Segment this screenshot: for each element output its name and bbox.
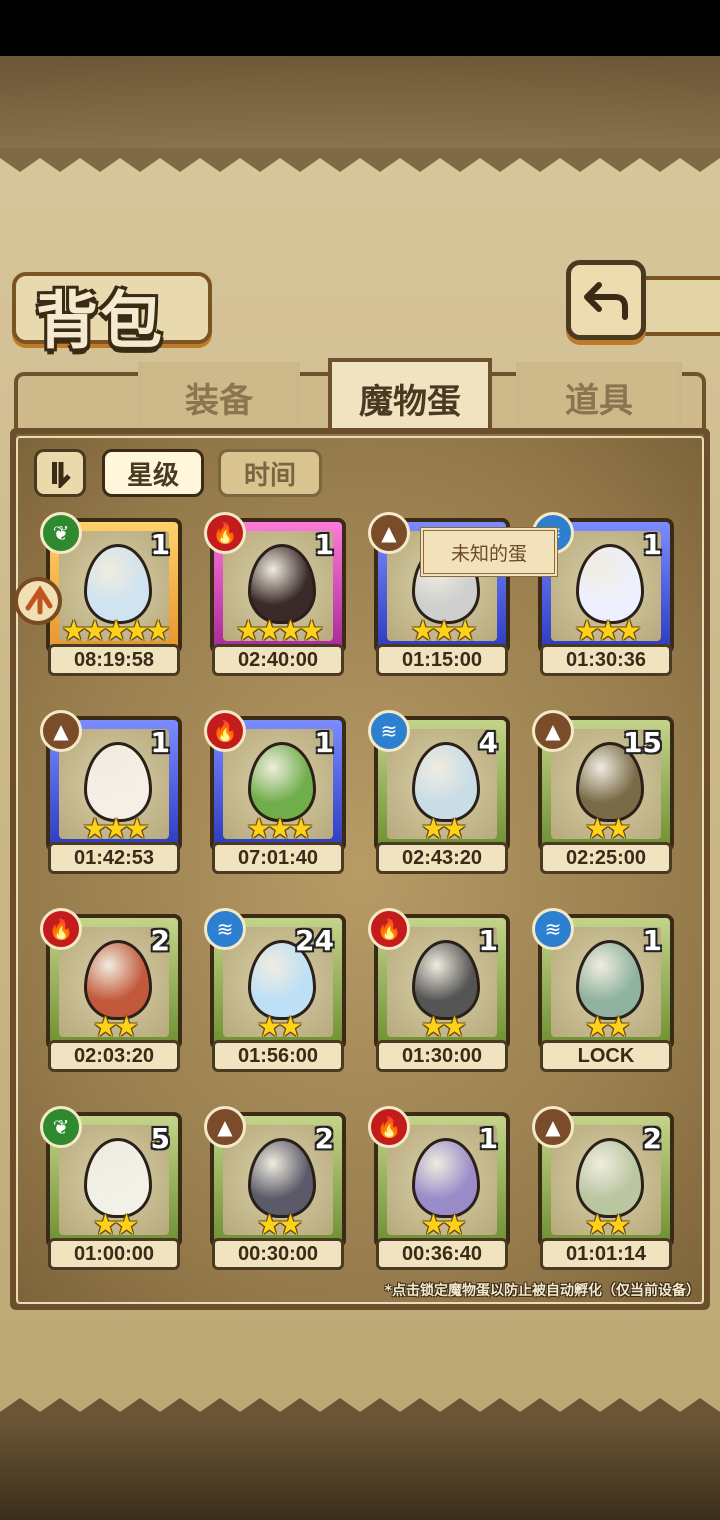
egg-count: 1 — [314, 726, 334, 759]
earth-element-icon: ▲ — [368, 512, 410, 554]
hatch-timer: 02:03:20 — [48, 1040, 180, 1072]
star-rating: ★★ — [584, 812, 631, 845]
page-title: 背包 — [36, 284, 165, 357]
egg-count: 1 — [478, 1122, 498, 1155]
egg-card[interactable]: 1 🔥 ★★★ 07:01:40 — [204, 710, 346, 874]
egg-card[interactable]: 1 🔥 ★★ 00:36:40 — [368, 1106, 510, 1270]
egg-count: 1 — [642, 528, 662, 561]
star-rating: ★★ — [420, 1208, 467, 1241]
status-bar — [0, 0, 720, 56]
footer-note: *点击锁定魔物蛋以防止被自动孵化（仅当前设备） — [384, 1283, 700, 1299]
pause-sort-icon — [52, 462, 71, 488]
lock-label: LOCK — [540, 1040, 672, 1072]
back-arrow-icon — [584, 282, 628, 320]
egg-count: 1 — [314, 528, 334, 561]
egg-tooltip: 未知的蛋 — [420, 527, 558, 577]
earth-element-icon: ▲ — [532, 1106, 574, 1148]
egg-card[interactable]: 2 ▲ ★★ 00:30:00 — [204, 1106, 346, 1270]
water-element-icon: ≋ — [368, 710, 410, 752]
star-rating: ★★ — [584, 1010, 631, 1043]
earth-element-icon: ▲ — [532, 710, 574, 752]
egg-count: 15 — [623, 726, 662, 759]
egg-card[interactable]: 1 🔥 ★★★★ 02:40:00 — [204, 512, 346, 676]
egg-count: 2 — [314, 1122, 334, 1155]
egg-card[interactable]: 1 ≋ ★★ LOCK — [532, 908, 674, 1072]
tab-monster-eggs[interactable]: 魔物蛋 — [328, 358, 492, 434]
star-rating: ★★ — [256, 1208, 303, 1241]
star-rating: ★★ — [92, 1208, 139, 1241]
hatch-timer: 01:30:00 — [376, 1040, 508, 1072]
egg-card[interactable]: 5 ❦ ★★ 01:00:00 — [40, 1106, 182, 1270]
tab-items[interactable]: 道具 — [516, 362, 682, 432]
egg-count: 2 — [150, 924, 170, 957]
hatch-timer: 01:56:00 — [212, 1040, 344, 1072]
fire-element-icon: 🔥 — [40, 908, 82, 950]
sort-by-star-button[interactable]: 星级 — [102, 449, 204, 497]
hatch-timer: 02:43:20 — [376, 842, 508, 874]
egg-card[interactable]: 2 🔥 ★★ 02:03:20 — [40, 908, 182, 1072]
bottom-band — [0, 1420, 720, 1520]
grass-element-icon: ❦ — [40, 1106, 82, 1148]
hatch-timer: 01:30:36 — [540, 644, 672, 676]
egg-count: 24 — [295, 924, 334, 957]
hatch-timer: 01:00:00 — [48, 1238, 180, 1270]
back-button[interactable] — [566, 260, 646, 340]
star-rating: ★★ — [584, 1208, 631, 1241]
back-button-tab — [640, 276, 720, 336]
hatch-timer: 02:40:00 — [212, 644, 344, 676]
sort-by-time-button[interactable]: 时间 — [218, 449, 322, 497]
top-band — [0, 56, 720, 156]
hatch-timer: 07:01:40 — [212, 842, 344, 874]
tab-monster-eggs-label: 魔物蛋 — [359, 381, 461, 422]
zigzag-edge-bottom — [0, 1398, 720, 1422]
fire-element-icon: 🔥 — [204, 512, 246, 554]
egg-count: 1 — [150, 726, 170, 759]
hatch-timer: 00:36:40 — [376, 1238, 508, 1270]
zigzag-edge-top — [0, 148, 720, 172]
fire-element-icon: 🔥 — [368, 1106, 410, 1148]
earth-element-icon: ▲ — [204, 1106, 246, 1148]
hatch-timer: 01:15:00 — [376, 644, 508, 676]
egg-card[interactable]: 1 ▲ ★★★ 01:42:53 — [40, 710, 182, 874]
egg-count: 1 — [642, 924, 662, 957]
star-rating: ★★★ — [574, 614, 641, 647]
earth-element-icon: ▲ — [40, 710, 82, 752]
star-rating: ★★ — [92, 1010, 139, 1043]
grass-element-icon: ❦ — [40, 512, 82, 554]
egg-card[interactable]: 2 ▲ ★★ 01:01:14 — [532, 1106, 674, 1270]
egg-card[interactable]: 1≋★★★01:30:36 — [532, 512, 674, 676]
fire-element-icon: 🔥 — [368, 908, 410, 950]
star-rating: ★★ — [420, 1010, 467, 1043]
star-rating: ★★★ — [82, 812, 149, 845]
star-rating: ★★★ — [410, 614, 477, 647]
hatch-timer: 00:30:00 — [212, 1238, 344, 1270]
hatch-timer: 08:19:58 — [48, 644, 180, 676]
star-rating: ★★ — [256, 1010, 303, 1043]
egg-count: 5 — [150, 1122, 170, 1155]
sort-order-button[interactable] — [34, 449, 86, 497]
water-element-icon: ≋ — [204, 908, 246, 950]
star-rating: ★★★ — [246, 812, 313, 845]
egg-count: 4 — [478, 726, 498, 759]
star-rating: ★★★★ — [235, 614, 324, 647]
water-element-icon: ≋ — [532, 908, 574, 950]
hatch-timer: 01:42:53 — [48, 842, 180, 874]
tab-equipment[interactable]: 装备 — [138, 362, 300, 432]
hatch-timer: 01:01:14 — [540, 1238, 672, 1270]
egg-card[interactable]: 4 ≋ ★★ 02:43:20 — [368, 710, 510, 874]
egg-card[interactable]: 15 ▲ ★★ 02:25:00 — [532, 710, 674, 874]
star-rating: ★★ — [420, 812, 467, 845]
fire-element-icon: 🔥 — [204, 710, 246, 752]
hatch-timer: 02:25:00 — [540, 842, 672, 874]
egg-card[interactable]: 1 🔥 ★★ 01:30:00 — [368, 908, 510, 1072]
tap-pointer-icon — [14, 577, 62, 625]
egg-count: 2 — [642, 1122, 662, 1155]
egg-count: 1 — [478, 924, 498, 957]
egg-card[interactable]: 24 ≋ ★★ 01:56:00 — [204, 908, 346, 1072]
egg-count: 1 — [150, 528, 170, 561]
